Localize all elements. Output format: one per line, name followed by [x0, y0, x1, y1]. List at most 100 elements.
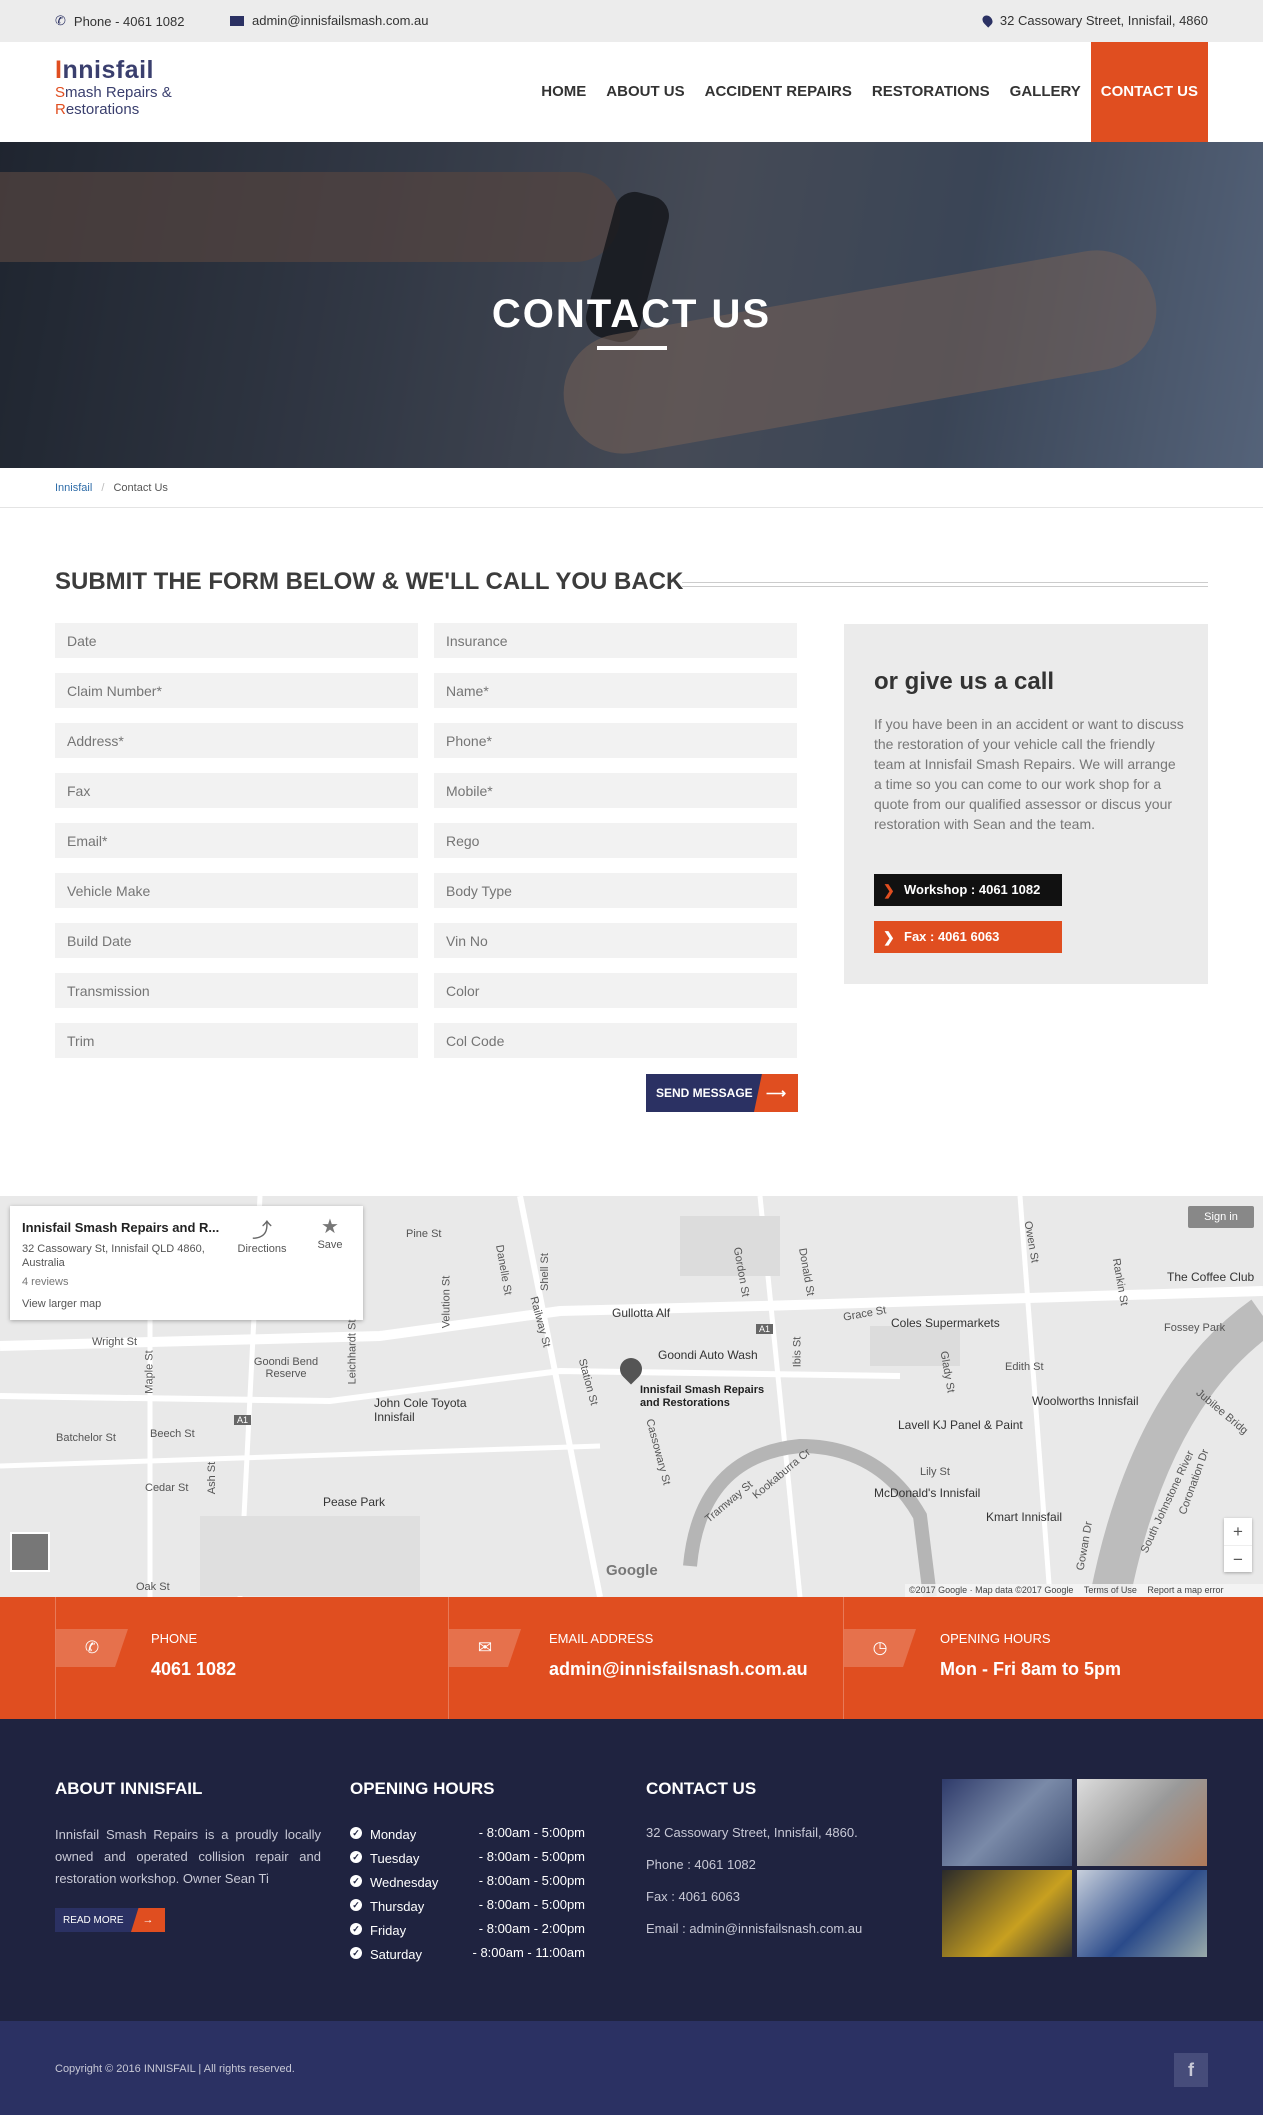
map-street-label: Fossey Park	[1164, 1322, 1226, 1334]
hours-row: ✓ Tuesday - 8:00am - 5:00pm	[350, 1849, 585, 1875]
vehicle-make-field[interactable]	[55, 873, 418, 908]
title-underline	[597, 346, 667, 350]
map-place[interactable]: Kmart Innisfail	[986, 1510, 1062, 1524]
map-place[interactable]: John Cole Toyota Innisfail	[374, 1396, 474, 1424]
strip-email-value[interactable]: admin@innisfailsnash.com.au	[549, 1659, 808, 1680]
title-line-decoration	[682, 582, 1208, 587]
terms-link[interactable]: Terms of Use	[1084, 1585, 1137, 1595]
topbar-phone[interactable]: ✆ Phone - 4061 1082	[55, 13, 185, 29]
map-place[interactable]: Pease Park	[323, 1495, 385, 1509]
save-button[interactable]: ★ Save	[310, 1214, 350, 1251]
map-river	[683, 1438, 937, 1597]
footer-contact-fax: Fax : 4061 6063	[646, 1889, 740, 1904]
nav-about-us[interactable]: ABOUT US	[596, 42, 694, 142]
clock-icon: ◷	[844, 1629, 916, 1667]
map-place[interactable]: The Coffee Club	[1167, 1270, 1254, 1284]
call-box-title: or give us a call	[874, 668, 1055, 695]
chevron-right-icon: ❯	[883, 929, 895, 945]
hours-time: - 8:00am - 5:00pm	[478, 1825, 585, 1840]
claim-number-field[interactable]	[55, 673, 418, 708]
report-error-link[interactable]: Report a map error	[1147, 1585, 1223, 1595]
logo-initial-s: S	[55, 84, 66, 101]
map-street-label: Cedar St	[145, 1482, 189, 1494]
check-icon: ✓	[350, 1875, 362, 1887]
col-code-field[interactable]	[434, 1023, 797, 1058]
zoom-out-button[interactable]: −	[1224, 1545, 1252, 1572]
topbar-email-text: admin@innisfailsmash.com.au	[252, 13, 429, 28]
contact-strip: ✆ PHONE 4061 1082 ✉ EMAIL ADDRESS admin@…	[0, 1597, 1263, 1719]
strip-phone-value[interactable]: 4061 1082	[151, 1659, 236, 1680]
strip-email: ✉ EMAIL ADDRESS admin@innisfailsnash.com…	[448, 1597, 843, 1719]
footer-contact-phone[interactable]: Phone : 4061 1082	[646, 1857, 756, 1872]
date-field[interactable]	[55, 623, 418, 658]
main-nav: HOME ABOUT US ACCIDENT REPAIRS RESTORATI…	[531, 42, 1208, 142]
fax-field[interactable]	[55, 773, 418, 808]
workshop-phone-button[interactable]: ❯ Workshop : 4061 1082	[874, 874, 1062, 906]
name-field[interactable]	[434, 673, 797, 708]
map-pin-label-2: and Restorations	[640, 1397, 730, 1409]
insurance-field[interactable]	[434, 623, 797, 658]
map-street-label: Leichhardt St	[346, 1319, 359, 1385]
google-logo: Google	[606, 1562, 658, 1579]
logo-word-innisfail: nnisfail	[62, 56, 154, 84]
email-field[interactable]	[55, 823, 418, 858]
mobile-field[interactable]	[434, 773, 797, 808]
trim-field[interactable]	[55, 1023, 418, 1058]
gallery-thumbnail[interactable]	[942, 1870, 1072, 1957]
gallery-thumbnail[interactable]	[942, 1779, 1072, 1866]
facebook-icon[interactable]: f	[1174, 2053, 1208, 2087]
read-more-button[interactable]: READ MORE →	[55, 1908, 165, 1932]
transmission-field[interactable]	[55, 973, 418, 1008]
nav-restorations[interactable]: RESTORATIONS	[862, 42, 1000, 142]
fax-label: Fax : 4061 6063	[904, 929, 1000, 944]
envelope-icon	[230, 15, 244, 26]
street-view-thumbnail[interactable]	[10, 1532, 50, 1572]
map-park-label: Goondi Bend Reserve	[253, 1356, 319, 1380]
map-place[interactable]: Woolworths Innisfail	[1032, 1394, 1139, 1408]
hours-time: - 8:00am - 5:00pm	[478, 1873, 585, 1888]
footer-contact-email[interactable]: Email : admin@innisfailsnash.com.au	[646, 1921, 862, 1936]
body-type-field[interactable]	[434, 873, 797, 908]
map-street-label: Oak St	[136, 1581, 170, 1593]
star-icon: ★	[321, 1216, 339, 1238]
footer-about-title: ABOUT INNISFAIL	[55, 1779, 203, 1798]
read-more-label: READ MORE	[63, 1915, 124, 1926]
map-place[interactable]: McDonald's Innisfail	[874, 1486, 980, 1500]
strip-email-label: EMAIL ADDRESS	[549, 1631, 654, 1646]
vin-no-field[interactable]	[434, 923, 797, 958]
fax-button[interactable]: ❯ Fax : 4061 6063	[874, 921, 1062, 953]
view-larger-map-link[interactable]: View larger map	[22, 1298, 101, 1310]
logo[interactable]: Innisfail Smash Repairs & Restorations	[55, 56, 172, 118]
map-place[interactable]: Goondi Auto Wash	[658, 1348, 758, 1362]
nav-accident-repairs[interactable]: ACCIDENT REPAIRS	[695, 42, 862, 142]
map-place[interactable]: Lavell KJ Panel & Paint	[898, 1418, 1023, 1432]
nav-contact-us[interactable]: CONTACT US	[1090, 42, 1208, 142]
map-place[interactable]: Gullotta Alf	[612, 1306, 670, 1320]
map-place[interactable]: Coles Supermarkets	[891, 1316, 1000, 1330]
color-field[interactable]	[434, 973, 797, 1008]
nav-home[interactable]: HOME	[531, 42, 596, 142]
map-street-label: Lily St	[920, 1466, 950, 1478]
footer-contact-address: 32 Cassowary Street, Innisfail, 4860.	[646, 1825, 858, 1840]
gallery-thumbnail[interactable]	[1077, 1870, 1207, 1957]
save-label: Save	[317, 1239, 343, 1251]
address-field[interactable]	[55, 723, 418, 758]
phone-field[interactable]	[434, 723, 797, 758]
zoom-in-button[interactable]: +	[1224, 1518, 1252, 1545]
footer-contact-title: CONTACT US	[646, 1779, 757, 1798]
nav-gallery[interactable]: GALLERY	[1000, 42, 1091, 142]
map-card-reviews[interactable]: 4 reviews	[22, 1276, 68, 1288]
rego-field[interactable]	[434, 823, 797, 858]
map-street-label: Ibis St	[791, 1336, 804, 1368]
hours-time: - 8:00am - 11:00am	[472, 1945, 585, 1960]
map-attribution-bar: ©2017 Google · Map data ©2017 Google Ter…	[905, 1584, 1263, 1597]
gallery-thumbnail[interactable]	[1077, 1779, 1207, 1866]
logo-line-smash: mash Repairs &	[65, 84, 172, 101]
google-map[interactable]: Innisfail Smash Repairs and R... 32 Cass…	[0, 1196, 1263, 1597]
map-sign-in-button[interactable]: Sign in	[1188, 1206, 1254, 1228]
build-date-field[interactable]	[55, 923, 418, 958]
breadcrumb-home[interactable]: Innisfail	[55, 482, 92, 494]
directions-button[interactable]: ⤴ Directions	[232, 1214, 292, 1255]
send-message-button[interactable]: SEND MESSAGE ⟶	[646, 1074, 798, 1112]
topbar-email[interactable]: admin@innisfailsmash.com.au	[230, 13, 429, 28]
